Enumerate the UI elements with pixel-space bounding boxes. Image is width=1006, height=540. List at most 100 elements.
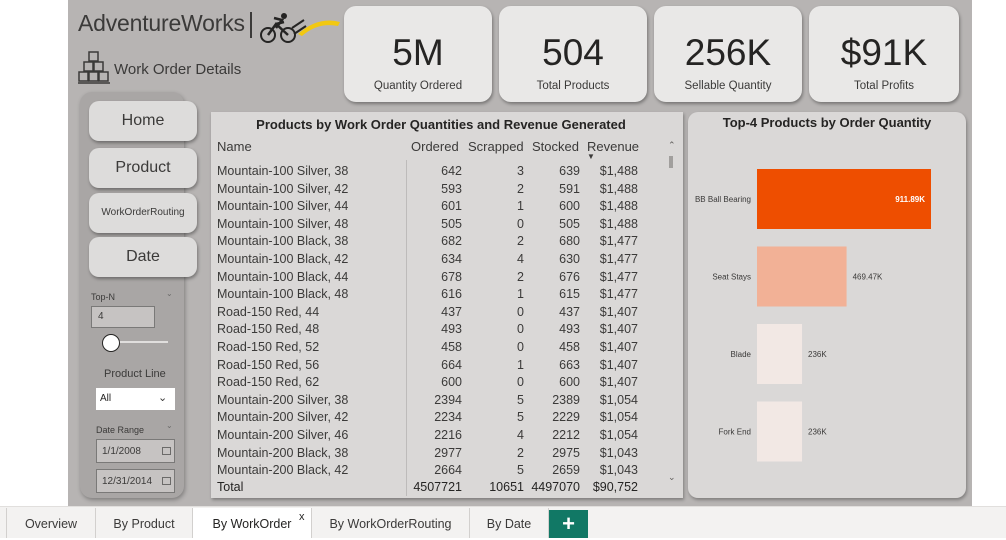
- home-button[interactable]: Home: [89, 101, 197, 141]
- tab-by-workorderrouting[interactable]: By WorkOrderRouting: [311, 508, 469, 538]
- calendar-icon[interactable]: [162, 447, 171, 455]
- workorderrouting-button[interactable]: WorkOrderRouting: [89, 193, 197, 233]
- chevron-down-icon[interactable]: ⌄: [166, 289, 173, 298]
- cell-ordered: 593: [441, 181, 462, 196]
- table-row[interactable]: Road-150 Red, 52 458 0 458 $1,407: [217, 340, 653, 358]
- cell-revenue: $1,054: [599, 410, 638, 425]
- tab-by-workorder[interactable]: By WorkOrder: [192, 508, 311, 538]
- cell-stocked: 591: [559, 181, 580, 196]
- tab-by-date[interactable]: By Date: [469, 508, 549, 538]
- cell-name: Mountain-100 Black, 38: [217, 234, 349, 249]
- cell-scrapped: 5: [517, 463, 524, 478]
- cell-revenue: $1,407: [599, 304, 638, 319]
- cell-ordered: 601: [441, 199, 462, 214]
- table-row[interactable]: Mountain-200 Black, 42 2664 5 2659 $1,043: [217, 463, 653, 481]
- cell-ordered: 2394: [434, 392, 462, 407]
- product-button[interactable]: Product: [89, 148, 197, 188]
- table-row[interactable]: Mountain-200 Silver, 42 2234 5 2229 $1,054: [217, 410, 653, 428]
- top-products-bar-chart: BB Ball Bearing 911.89K Seat Stays 469.47K B…: [695, 169, 931, 462]
- scroll-up-icon[interactable]: ⌃: [668, 140, 676, 151]
- close-icon[interactable]: x: [299, 511, 305, 523]
- cell-ordered: 2216: [434, 428, 462, 442]
- cell-name: Mountain-200 Silver, 42: [217, 410, 349, 425]
- total-revenue: $90,752: [592, 480, 638, 494]
- topn-slider-thumb[interactable]: [102, 334, 120, 352]
- total-stocked: 4497070: [531, 480, 580, 494]
- bar-data-label: 236K: [808, 428, 827, 437]
- kpi-label: Sellable Quantity: [684, 80, 772, 92]
- add-page-button[interactable]: +: [549, 510, 588, 538]
- cell-ordered: 600: [441, 375, 462, 390]
- table-row[interactable]: Mountain-100 Silver, 44 601 1 600 $1,488: [217, 199, 653, 217]
- topn-input[interactable]: 4: [91, 306, 155, 328]
- table-row[interactable]: Mountain-100 Black, 48 616 1 615 $1,477: [217, 287, 653, 305]
- topn-label: Top-N: [91, 292, 116, 302]
- table-row[interactable]: Mountain-100 Black, 44 678 2 676 $1,477: [217, 270, 653, 288]
- chevron-down-icon[interactable]: ⌄: [166, 421, 173, 430]
- cell-scrapped: 0: [517, 375, 524, 390]
- column-header-scrapped[interactable]: Scrapped: [468, 139, 524, 154]
- date-button[interactable]: Date: [89, 237, 197, 277]
- column-header-name[interactable]: Name: [217, 139, 252, 154]
- cell-stocked: 505: [559, 216, 580, 231]
- cell-ordered: 505: [441, 216, 462, 231]
- table-row[interactable]: Mountain-200 Silver, 46 2216 4 2212 $1,054: [217, 428, 653, 446]
- column-header-stocked[interactable]: Stocked: [532, 139, 579, 154]
- kpi-sellable-quantity: 256K Sellable Quantity: [654, 6, 802, 102]
- cell-scrapped: 2: [517, 181, 524, 196]
- kpi-value: 256K: [684, 32, 772, 73]
- cell-ordered: 493: [441, 322, 462, 337]
- cell-name: Mountain-100 Silver, 42: [217, 181, 349, 196]
- cell-revenue: $1,054: [599, 392, 638, 407]
- table-row[interactable]: Road-150 Red, 56 664 1 663 $1,407: [217, 358, 653, 376]
- bar-category-label: Blade: [731, 350, 752, 359]
- cell-revenue: $1,407: [599, 375, 638, 390]
- cell-scrapped: 1: [517, 287, 524, 302]
- cell-scrapped: 0: [517, 216, 524, 231]
- kpi-value: 504: [542, 32, 604, 73]
- kpi-label: Quantity Ordered: [373, 80, 463, 92]
- table-row[interactable]: Mountain-100 Black, 42 634 4 630 $1,477: [217, 252, 653, 270]
- bar[interactable]: [757, 324, 803, 384]
- cell-ordered: 2664: [434, 463, 462, 478]
- table-title: Products by Work Order Quantities and Re…: [256, 117, 626, 132]
- cell-revenue: $1,477: [599, 234, 638, 249]
- boxes-icon: [78, 51, 110, 84]
- cell-ordered: 642: [441, 164, 462, 178]
- product-line-label: Product Line: [104, 368, 166, 380]
- cell-revenue: $1,488: [599, 164, 638, 178]
- cell-name: Mountain-100 Black, 42: [217, 252, 349, 266]
- calendar-icon[interactable]: [162, 477, 171, 485]
- cell-scrapped: 1: [517, 199, 524, 214]
- table-scrollbar[interactable]: [669, 156, 673, 168]
- table-row[interactable]: Mountain-200 Silver, 38 2394 5 2389 $1,054: [217, 393, 653, 411]
- sort-descending-icon[interactable]: ▼: [587, 152, 595, 161]
- tab-overview[interactable]: Overview: [6, 508, 95, 538]
- page-title: Work Order Details: [114, 61, 242, 78]
- cell-name: Mountain-100 Silver, 44: [217, 199, 349, 214]
- tab-by-product[interactable]: By Product: [95, 508, 192, 538]
- table-row[interactable]: Road-150 Red, 62 600 0 600 $1,407: [217, 375, 653, 393]
- bar[interactable]: [757, 401, 803, 462]
- table-row[interactable]: Mountain-100 Black, 38 682 2 680 $1,477: [217, 234, 653, 252]
- kpi-value: 5M: [392, 32, 444, 73]
- total-scrapped: 10651: [489, 480, 524, 494]
- column-header-ordered[interactable]: Ordered: [411, 139, 459, 154]
- cell-name: Road-150 Red, 48: [217, 322, 320, 337]
- cell-revenue: $1,043: [599, 463, 638, 478]
- cell-stocked: 663: [559, 357, 580, 372]
- scroll-down-icon[interactable]: ⌄: [668, 472, 676, 483]
- table-row[interactable]: Mountain-200 Black, 38 2977 2 2975 $1,043: [217, 446, 653, 464]
- cell-ordered: 2977: [434, 445, 462, 460]
- table-row[interactable]: Road-150 Red, 48 493 0 493 $1,407: [217, 322, 653, 340]
- chevron-down-icon[interactable]: ⌄: [158, 391, 167, 404]
- cell-scrapped: 1: [517, 357, 524, 372]
- cell-ordered: 437: [441, 304, 462, 319]
- table-row[interactable]: Road-150 Red, 44 437 0 437 $1,407: [217, 305, 653, 323]
- bar-data-label: 911.89K: [895, 195, 925, 204]
- table-row[interactable]: Mountain-100 Silver, 42 593 2 591 $1,488: [217, 182, 653, 200]
- table-row[interactable]: Mountain-100 Silver, 48 505 0 505 $1,488: [217, 217, 653, 235]
- bar[interactable]: [757, 246, 847, 307]
- cell-revenue: $1,477: [599, 269, 638, 284]
- table-row[interactable]: Mountain-100 Silver, 38 642 3 639 $1,488: [217, 164, 653, 182]
